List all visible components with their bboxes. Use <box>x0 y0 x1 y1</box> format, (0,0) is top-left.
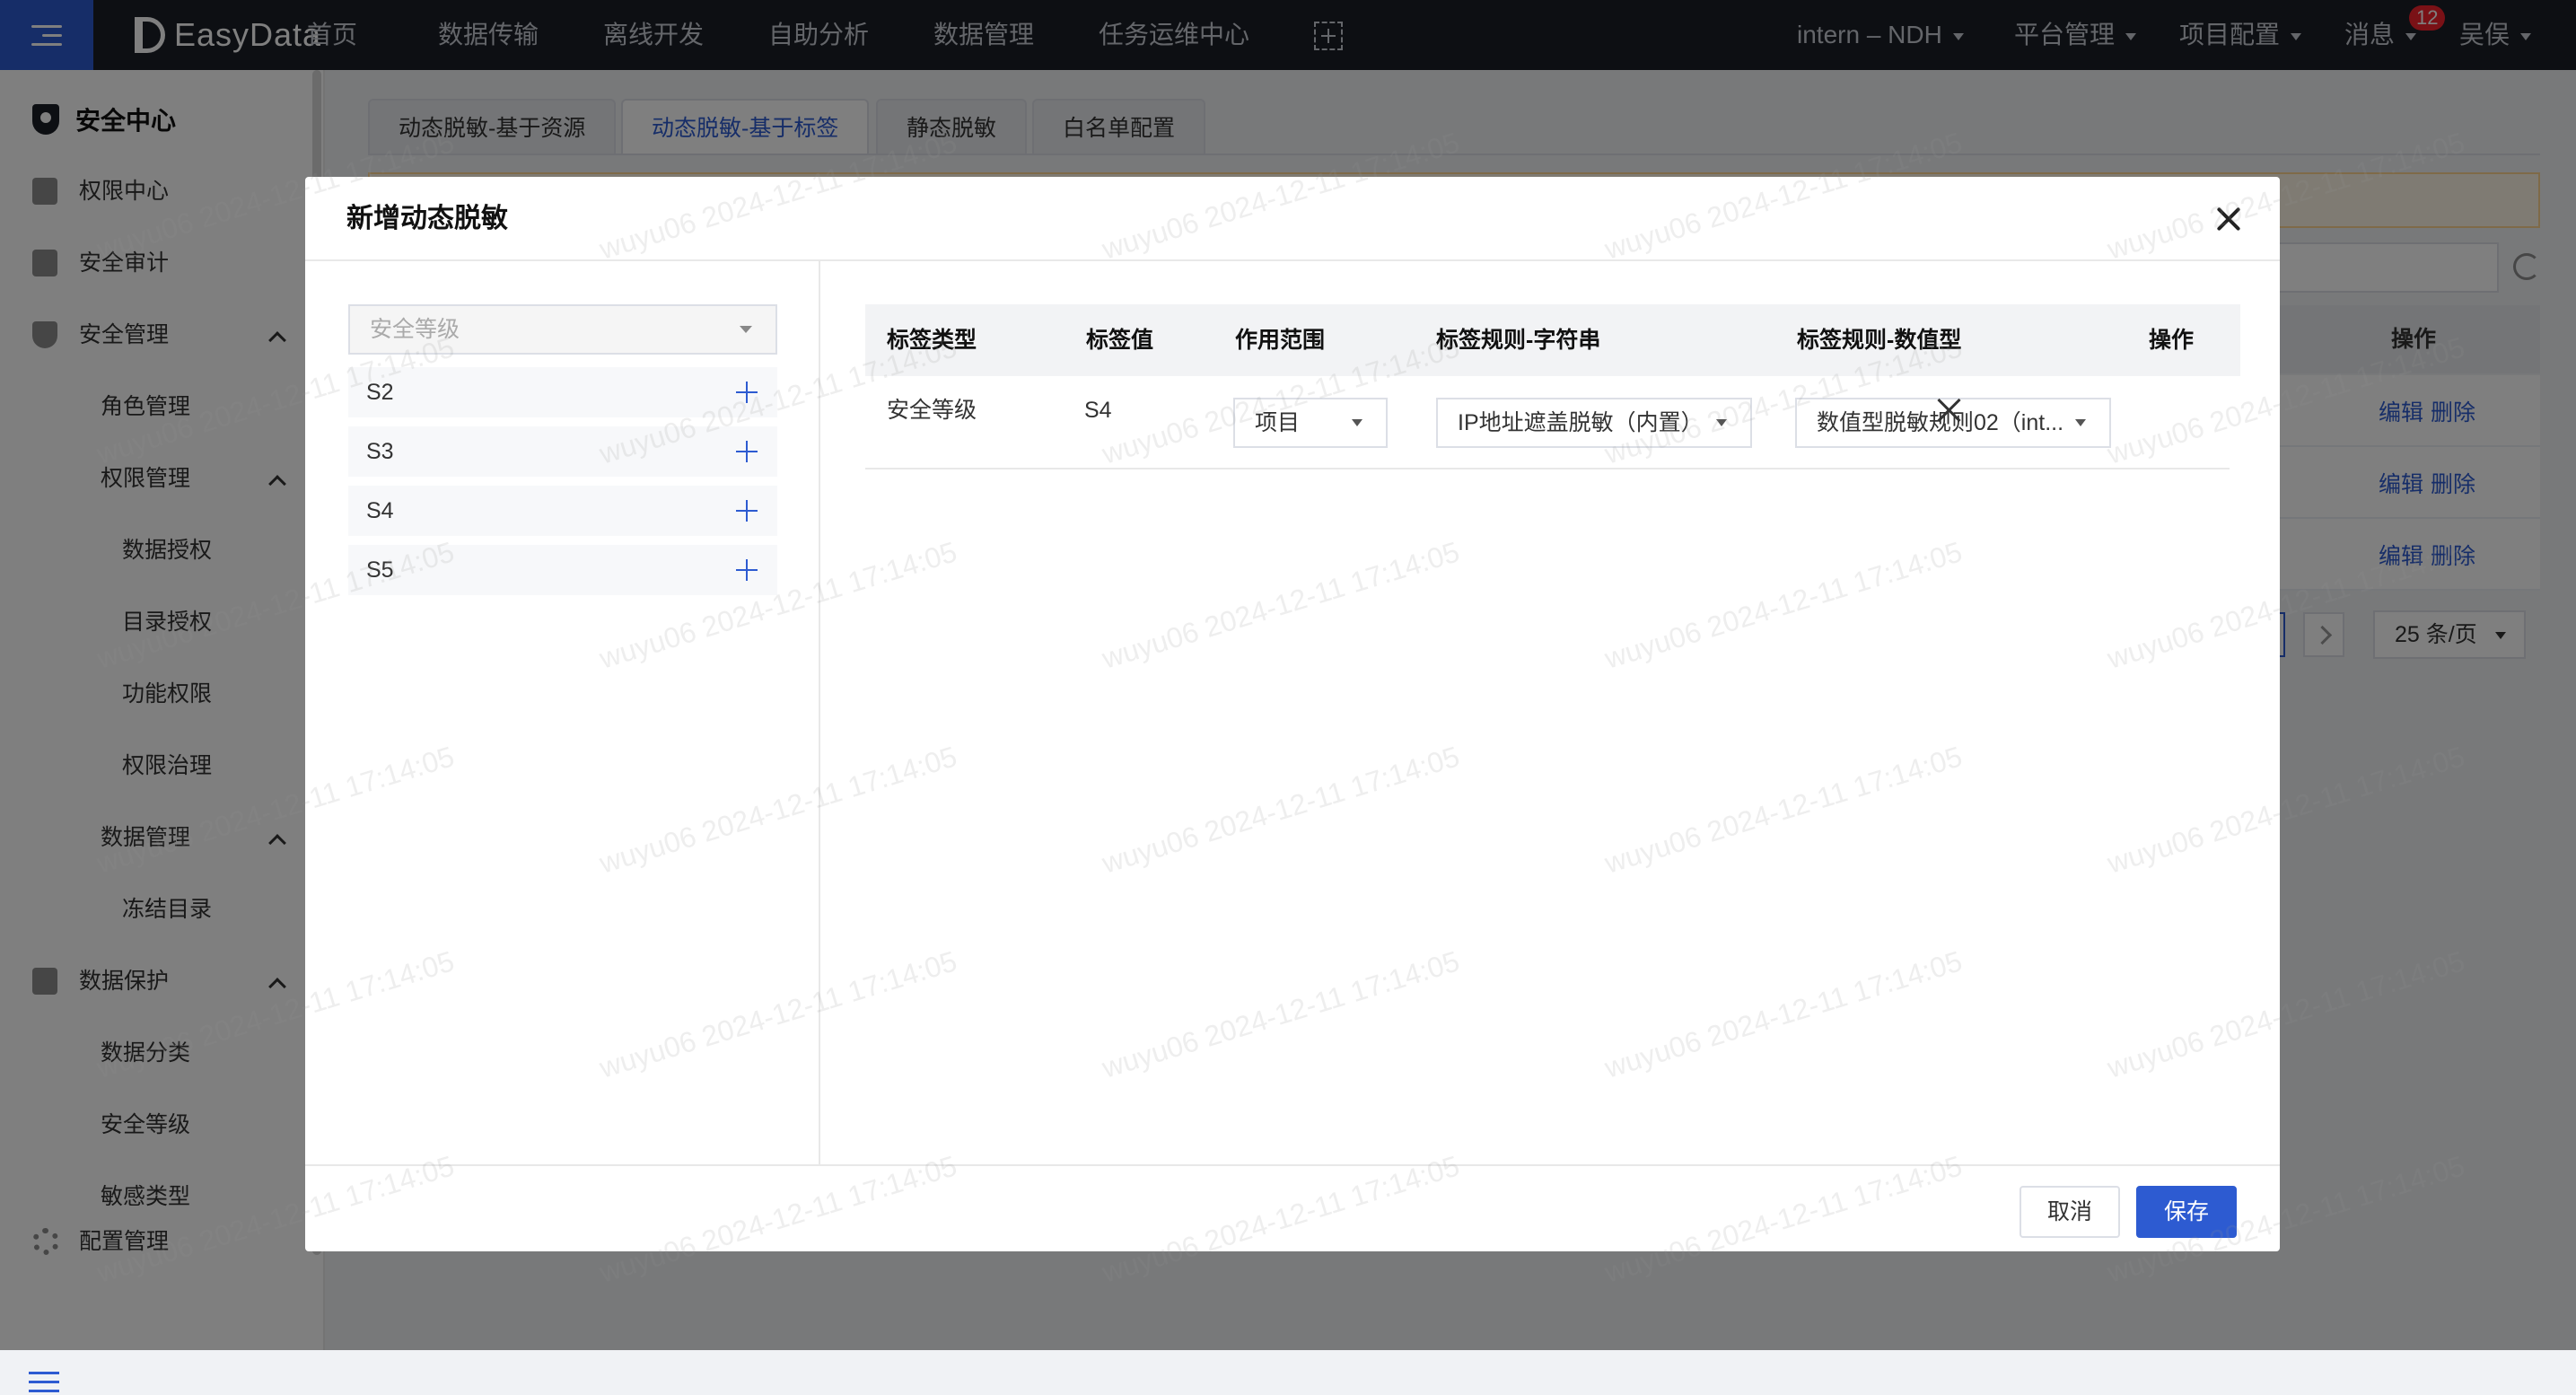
cancel-button[interactable]: 取消 <box>2020 1186 2120 1238</box>
cell-tag-value: S4 <box>1084 398 1112 423</box>
column-header-operation: 操作 <box>2149 328 2195 353</box>
remove-row-icon[interactable] <box>1937 398 1962 423</box>
tag-value-item[interactable]: S4 <box>348 486 777 536</box>
column-header-tag-value: 标签值 <box>1086 328 1154 353</box>
tag-type-select-value: 安全等级 <box>370 317 460 342</box>
tag-type-select[interactable]: 安全等级 <box>348 304 777 355</box>
add-icon[interactable] <box>736 441 758 462</box>
row-divider <box>865 468 2230 469</box>
column-header-scope: 作用范围 <box>1235 328 1326 353</box>
caret-down-icon <box>2075 419 2086 426</box>
string-rule-select[interactable]: IP地址遮盖脱敏（内置） <box>1436 398 1752 448</box>
tag-value-label: S2 <box>366 380 394 405</box>
caret-down-icon <box>1352 419 1362 426</box>
tag-value-item[interactable]: S5 <box>348 545 777 595</box>
tag-value-label: S3 <box>366 439 394 464</box>
dialog-footer: 取消 保存 <box>305 1164 2280 1251</box>
add-dynamic-mask-dialog: 新增动态脱敏 安全等级 S2 S3 S4 S5 标签类型 标签值 作用范围 标签… <box>305 177 2280 1251</box>
string-rule-select-value: IP地址遮盖脱敏（内置） <box>1458 410 1704 435</box>
caret-down-icon <box>1716 419 1727 426</box>
column-header-numeric-rule: 标签规则-数值型 <box>1797 328 1962 353</box>
tag-value-label: S5 <box>366 557 394 583</box>
tag-value-item[interactable]: S2 <box>348 367 777 417</box>
dialog-header: 新增动态脱敏 <box>305 177 2280 261</box>
add-icon[interactable] <box>736 559 758 581</box>
add-icon[interactable] <box>736 382 758 403</box>
scope-select[interactable]: 项目 <box>1233 398 1388 448</box>
dialog-title: 新增动态脱敏 <box>346 204 508 233</box>
close-icon[interactable] <box>2215 206 2242 232</box>
tag-value-label: S4 <box>366 498 394 523</box>
scope-select-value: 项目 <box>1255 410 1301 435</box>
rule-table-pane: 标签类型 标签值 作用范围 标签规则-字符串 标签规则-数值型 操作 安全等级 … <box>822 261 2280 1164</box>
collapse-sidebar-icon[interactable] <box>29 1372 59 1395</box>
column-header-tag-type: 标签类型 <box>887 328 977 353</box>
caret-down-icon <box>740 326 752 333</box>
cell-tag-type: 安全等级 <box>887 398 977 423</box>
tag-picker-pane: 安全等级 S2 S3 S4 S5 <box>305 261 820 1164</box>
save-button[interactable]: 保存 <box>2136 1186 2237 1238</box>
column-header-string-rule: 标签规则-字符串 <box>1436 328 1601 353</box>
tag-value-item[interactable]: S3 <box>348 426 777 477</box>
add-icon[interactable] <box>736 500 758 522</box>
